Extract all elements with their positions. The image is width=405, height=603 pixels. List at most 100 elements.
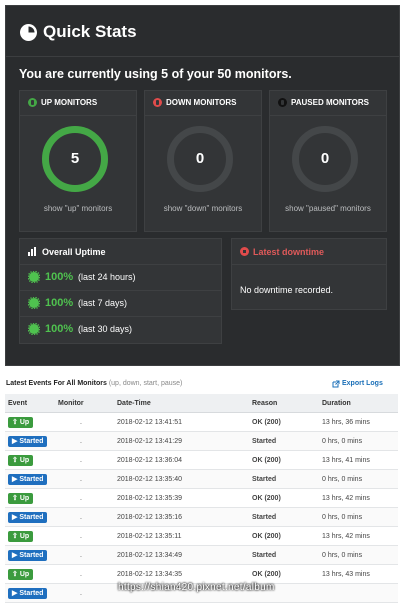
- external-link-icon: [332, 380, 340, 388]
- duration-cell: 0 hrs, 0 mins: [319, 507, 398, 527]
- uptime-row-7d: 100% (last 7 days): [20, 291, 221, 317]
- datetime-cell: 2018-02-12 13:41:29: [114, 431, 249, 451]
- col-reason[interactable]: Reason: [249, 394, 319, 413]
- datetime-cell: 2018-02-12 13:35:11: [114, 526, 249, 546]
- paused-monitors-card: PAUSED MONITORS 0 show "paused" monitors: [269, 90, 387, 232]
- events-table: Event Monitor Date-Time Reason Duration …: [5, 394, 398, 603]
- latest-downtime-card: Latest downtime No downtime recorded.: [231, 238, 387, 310]
- down-monitors-title: DOWN MONITORS: [166, 98, 237, 107]
- downtime-icon: [240, 247, 249, 256]
- reason-cell: OK (200): [249, 564, 319, 584]
- uptime-pct: 100%: [45, 271, 74, 283]
- events-header-row: Event Monitor Date-Time Reason Duration: [5, 394, 398, 413]
- table-row: ⇧ Up. 2018-02-12 13:36:04 OK (200) 13 hrs, …: [5, 450, 398, 470]
- event-badge: ⇧ Up: [8, 492, 34, 504]
- uptime-pct: 100%: [45, 323, 74, 335]
- uptime-period: (last 24 hours): [78, 272, 136, 282]
- monitor-cell[interactable]: .: [55, 507, 114, 527]
- uptime-period: (last 30 days): [78, 324, 133, 334]
- event-badge: ▶ Started: [8, 473, 48, 485]
- uptime-gear-icon: [28, 271, 40, 283]
- duration-cell: 0 hrs, 0 mins: [319, 431, 398, 451]
- table-row: ▶ Started. 2018-02-12 13:35:16 Started 0 hr…: [5, 507, 398, 527]
- monitor-cell[interactable]: .: [55, 526, 114, 546]
- reason-cell: OK (200): [249, 412, 319, 432]
- bar-chart-icon: [28, 247, 38, 256]
- duration-cell: 0 hrs, 0 mins: [319, 545, 398, 565]
- monitor-cell[interactable]: .: [55, 412, 114, 432]
- reason-cell: Started: [249, 431, 319, 451]
- col-duration[interactable]: Duration: [319, 394, 398, 413]
- table-row: ⇧ Up. 2018-02-12 13:35:39 OK (200) 13 hrs, …: [5, 488, 398, 508]
- uptime-pct: 100%: [45, 297, 74, 309]
- duration-cell: 13 hrs, 43 mins: [319, 564, 398, 584]
- up-count-ring: 5: [42, 126, 108, 192]
- overall-uptime-card: Overall Uptime 100% (last 24 hours) 100%…: [19, 238, 222, 344]
- show-up-monitors-link[interactable]: show "up" monitors: [20, 204, 136, 213]
- col-datetime[interactable]: Date-Time: [114, 394, 249, 413]
- down-status-icon: [153, 98, 162, 107]
- monitor-cell[interactable]: .: [55, 469, 114, 489]
- event-badge: ⇧ Up: [8, 530, 34, 542]
- paused-count: 0: [320, 150, 330, 167]
- reason-cell: Started: [249, 507, 319, 527]
- datetime-cell: 2018-02-12 13:35:16: [114, 507, 249, 527]
- datetime-cell: 2018-02-12 13:36:04: [114, 450, 249, 470]
- monitor-cell[interactable]: .: [55, 450, 114, 470]
- panel-title: Quick Stats: [43, 22, 137, 41]
- duration-cell: 13 hrs, 42 mins: [319, 526, 398, 546]
- export-logs-link[interactable]: Export Logs: [332, 380, 383, 388]
- uptime-gear-icon: [28, 297, 40, 309]
- table-row: ▶ Started. 2018-02-12 13:35:40 Started 0 hr…: [5, 469, 398, 489]
- event-badge: ▶ Started: [8, 587, 48, 599]
- monitor-cell[interactable]: .: [55, 431, 114, 451]
- up-count: 5: [70, 150, 80, 167]
- quick-stats-panel: Quick Stats You are currently using 5 of…: [5, 5, 400, 366]
- datetime-cell: 2018-02-12 13:41:51: [114, 412, 249, 432]
- duration-cell: 0 hrs, 0 mins: [319, 469, 398, 489]
- table-row: ▶ Started. 2018-02-12 13:41:29 Started 0 hr…: [5, 431, 398, 451]
- downtime-title: Latest downtime: [253, 247, 325, 257]
- watermark: https://shian420.pixnet.net/album: [118, 582, 275, 593]
- uptime-title: Overall Uptime: [42, 247, 106, 257]
- table-row: ▶ Started. 2018-02-12 13:34:49 Started 0 hr…: [5, 545, 398, 565]
- down-monitors-card: DOWN MONITORS 0 show "down" monitors: [144, 90, 262, 232]
- panel-header: Quick Stats: [6, 6, 399, 57]
- up-status-icon: [28, 98, 37, 107]
- downtime-text: No downtime recorded.: [240, 285, 334, 295]
- paused-count-ring: 0: [292, 126, 358, 192]
- datetime-cell: 2018-02-12 13:34:49: [114, 545, 249, 565]
- event-badge: ⇧ Up: [8, 416, 34, 428]
- paused-status-icon: [278, 98, 287, 107]
- pie-chart-icon: [20, 24, 37, 41]
- monitor-cell[interactable]: .: [55, 488, 114, 508]
- down-count-ring: 0: [167, 126, 233, 192]
- reason-cell: OK (200): [249, 450, 319, 470]
- col-event[interactable]: Event: [5, 394, 55, 413]
- show-paused-monitors-link[interactable]: show "paused" monitors: [270, 204, 386, 213]
- down-count: 0: [195, 150, 205, 167]
- show-down-monitors-link[interactable]: show "down" monitors: [145, 204, 261, 213]
- duration-cell: 13 hrs, 36 mins: [319, 412, 398, 432]
- uptime-period: (last 7 days): [78, 298, 128, 308]
- event-badge: ⇧ Up: [8, 454, 34, 466]
- datetime-cell: 2018-02-12 13:35:40: [114, 469, 249, 489]
- table-row: ⇧ Up. 2018-02-12 13:34:35 OK (200) 13 hrs, …: [5, 564, 398, 584]
- datetime-cell: 2018-02-12 13:35:39: [114, 488, 249, 508]
- uptime-gear-icon: [28, 323, 40, 335]
- event-badge: ⇧ Up: [8, 568, 34, 580]
- datetime-cell: 2018-02-12 13:34:35: [114, 564, 249, 584]
- paused-monitors-title: PAUSED MONITORS: [291, 98, 369, 107]
- col-monitor[interactable]: Monitor: [55, 394, 114, 413]
- up-monitors-title: UP MONITORS: [41, 98, 98, 107]
- monitor-cell[interactable]: .: [55, 564, 114, 584]
- usage-summary: You are currently using 5 of your 50 mon…: [19, 67, 292, 81]
- table-row: ⇧ Up. 2018-02-12 13:41:51 OK (200) 13 hrs, …: [5, 412, 398, 432]
- duration-cell: 13 hrs, 42 mins: [319, 488, 398, 508]
- reason-cell: Started: [249, 469, 319, 489]
- event-badge: ▶ Started: [8, 435, 48, 447]
- uptime-row-24h: 100% (last 24 hours): [20, 265, 221, 291]
- uptime-row-30d: 100% (last 30 days): [20, 317, 221, 342]
- monitor-cell[interactable]: .: [55, 545, 114, 565]
- event-badge: ▶ Started: [8, 549, 48, 561]
